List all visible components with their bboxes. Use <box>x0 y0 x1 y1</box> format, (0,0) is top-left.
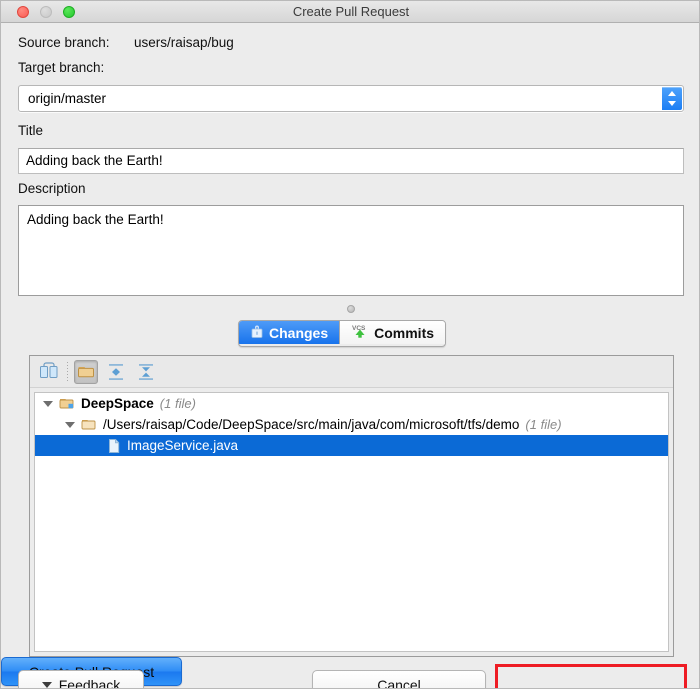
chevron-down-icon <box>42 682 52 688</box>
vcs-commit-arrow-icon: VCS <box>351 323 369 342</box>
tab-bar: Changes VCS Commits <box>1 320 700 350</box>
java-file-icon <box>107 438 121 454</box>
source-branch-value: users/raisap/bug <box>134 35 234 50</box>
window-title: Create Pull Request <box>1 1 700 22</box>
tab-changes[interactable]: Changes <box>239 321 339 344</box>
dialog-button-bar: Feedback Cancel Create Pull Request <box>1 657 700 689</box>
description-label: Description <box>18 181 86 196</box>
tree-row-label: DeepSpace <box>81 396 154 411</box>
description-textarea-value: Adding back the Earth! <box>27 212 164 227</box>
cancel-button-label: Cancel <box>377 677 421 689</box>
cancel-button[interactable]: Cancel <box>312 670 486 689</box>
target-branch-selected-value: origin/master <box>28 86 106 111</box>
tree-row[interactable]: DeepSpace (1 file) <box>35 393 668 414</box>
tree-row-label: /Users/raisap/Code/DeepSpace/src/main/ja… <box>103 417 519 432</box>
changed-files-tree[interactable]: DeepSpace (1 file) /Users/raisap/Code/De… <box>34 392 669 652</box>
tree-row[interactable]: /Users/raisap/Code/DeepSpace/src/main/ja… <box>35 414 668 435</box>
chevron-down-icon[interactable] <box>65 422 75 428</box>
changes-panel: DeepSpace (1 file) /Users/raisap/Code/De… <box>29 355 674 657</box>
description-textarea[interactable]: Adding back the Earth! <box>18 205 684 296</box>
module-folder-icon <box>59 396 76 411</box>
collapse-all-button[interactable] <box>134 360 158 384</box>
title-input-value: Adding back the Earth! <box>26 149 163 173</box>
dialog-content: Source branch: users/raisap/bug Target b… <box>1 23 700 689</box>
show-diff-button[interactable] <box>37 360 61 384</box>
tree-toolbar <box>30 356 673 388</box>
target-branch-label: Target branch: <box>18 60 104 75</box>
tab-commits[interactable]: VCS Commits <box>339 321 445 344</box>
expand-all-button[interactable] <box>104 360 128 384</box>
highlight-annotation <box>495 664 687 689</box>
combobox-stepper-icon[interactable] <box>662 87 682 110</box>
group-by-directory-button[interactable] <box>74 360 98 384</box>
target-branch-combobox[interactable]: origin/master <box>18 85 684 112</box>
create-pull-request-dialog: Create Pull Request Source branch: users… <box>0 0 700 689</box>
tree-row-label: ImageService.java <box>127 438 238 453</box>
folder-icon <box>81 417 98 432</box>
source-branch-label: Source branch: <box>18 35 110 50</box>
toolbar-separator <box>67 362 68 382</box>
tree-row-count: (1 file) <box>525 417 561 432</box>
changes-briefcase-icon <box>250 324 264 342</box>
tab-commits-label: Commits <box>374 325 434 341</box>
feedback-button[interactable]: Feedback <box>18 670 144 689</box>
tree-row[interactable]: ImageService.java <box>35 435 668 456</box>
tab-group: Changes VCS Commits <box>238 320 446 347</box>
tab-changes-label: Changes <box>269 325 328 341</box>
title-bar: Create Pull Request <box>1 1 700 23</box>
tree-row-count: (1 file) <box>160 396 196 411</box>
feedback-button-label: Feedback <box>59 677 120 689</box>
title-input[interactable]: Adding back the Earth! <box>18 148 684 174</box>
splitter[interactable] <box>18 303 684 315</box>
chevron-down-icon[interactable] <box>43 401 53 407</box>
title-label: Title <box>18 123 43 138</box>
splitter-handle[interactable] <box>347 305 355 313</box>
